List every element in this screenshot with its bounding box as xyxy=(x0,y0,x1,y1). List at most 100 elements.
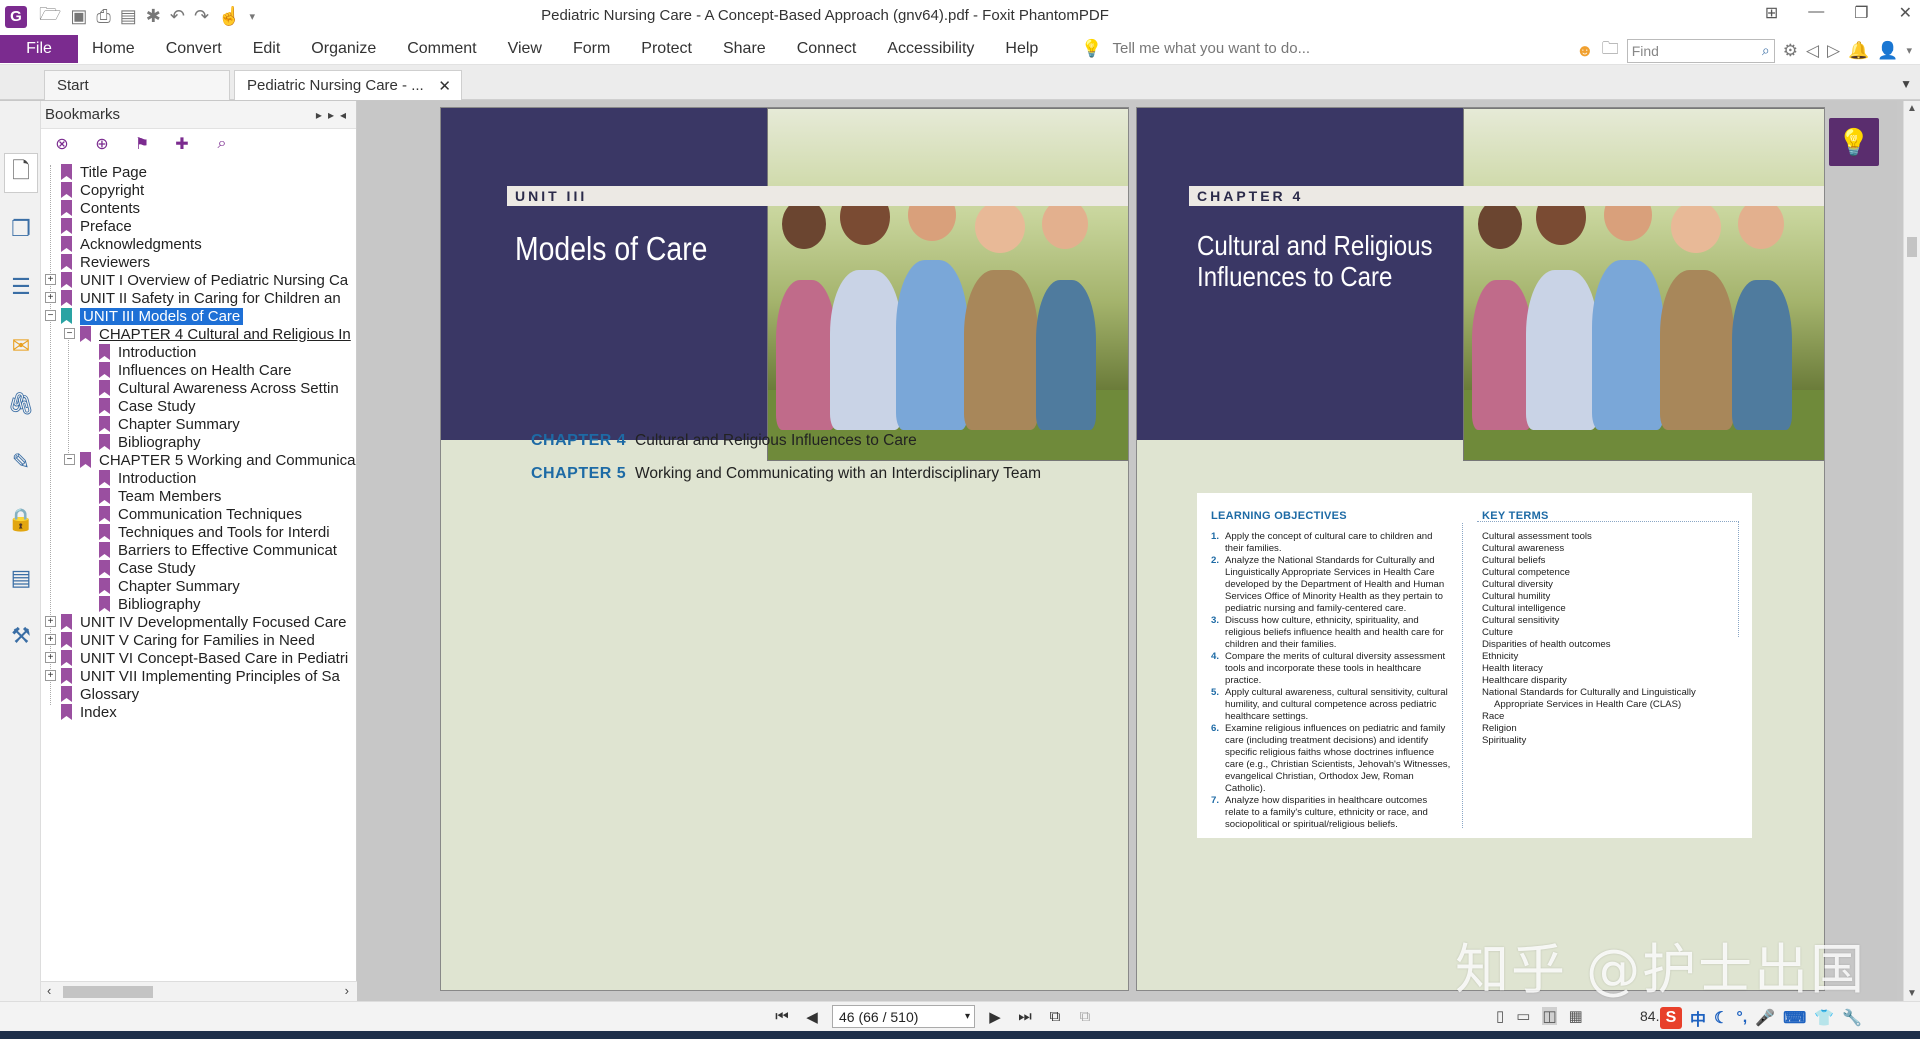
bookmarks-horizontal-scrollbar[interactable]: ‹ › xyxy=(41,981,357,1001)
next-page-button[interactable]: ▶ xyxy=(985,1008,1005,1026)
menu-protect[interactable]: Protect xyxy=(641,40,692,58)
attachments-icon[interactable]: 🖇 xyxy=(7,391,35,417)
tips-lightbulb-icon[interactable]: 💡 xyxy=(1829,118,1879,166)
menu-comment[interactable]: Comment xyxy=(407,40,476,58)
bookmark-label: UNIT IV Developmentally Focused Care xyxy=(80,613,347,631)
vertical-scroll-thumb[interactable] xyxy=(1907,237,1917,257)
facing-view-icon[interactable]: ◫ xyxy=(1542,1007,1557,1025)
ime-tools-icon[interactable]: 🔧 xyxy=(1842,1008,1862,1028)
key-term-item: Culture xyxy=(1482,627,1513,638)
close-window-button[interactable]: ✕ xyxy=(1899,3,1912,23)
sogou-ime-icon[interactable]: S xyxy=(1660,1007,1682,1029)
comments-icon[interactable]: ✉ xyxy=(8,333,34,359)
panel-collapse-icon[interactable]: ▸▸◂ xyxy=(316,108,352,122)
scroll-left-icon[interactable]: ‹ xyxy=(47,983,51,998)
previous-view-icon[interactable]: ⧉ xyxy=(1045,1008,1065,1025)
objective-text: Apply cultural awareness, cultural sensi… xyxy=(1225,687,1448,722)
menu-convert[interactable]: Convert xyxy=(166,40,222,58)
page-dropdown-icon[interactable]: ▾ xyxy=(965,1011,970,1022)
restore-button[interactable]: ❐ xyxy=(1854,3,1868,23)
help-options-icon[interactable]: ▾ xyxy=(1906,44,1912,57)
user-icon[interactable]: 👤 xyxy=(1877,41,1898,61)
scroll-up-icon[interactable]: ▲ xyxy=(1907,103,1917,114)
menu-form[interactable]: Form xyxy=(573,40,610,58)
menu-home[interactable]: Home xyxy=(92,40,135,58)
add-bookmark-icon[interactable]: ⊕ xyxy=(93,135,111,153)
zoom-level[interactable]: 84. xyxy=(1640,1008,1659,1024)
tags-icon[interactable]: ⚒ xyxy=(8,623,34,649)
bell-icon[interactable]: 🔔 xyxy=(1848,41,1869,61)
toc-entry[interactable]: CHAPTER 4 Cultural and Religious Influen… xyxy=(531,432,917,450)
content-icon[interactable]: ▤ xyxy=(8,565,34,591)
chapter-label: CHAPTER 4 xyxy=(1197,188,1304,204)
security-lock-icon[interactable]: 🔒 xyxy=(7,507,34,533)
collapse-icon[interactable]: − xyxy=(64,454,75,465)
bookmark-label: Case Study xyxy=(118,559,196,577)
bookmark-label: UNIT V Caring for Families in Need xyxy=(80,631,315,649)
zhihu-watermark: 知乎 @护士出国 xyxy=(1455,938,1867,1001)
ime-skin-icon[interactable]: 👕 xyxy=(1814,1008,1834,1028)
smiley-feedback-icon[interactable]: ☻ xyxy=(1576,41,1594,61)
tab-pediatric-nursing[interactable]: Pediatric Nursing Care - ... ✕ xyxy=(234,70,462,100)
expand-icon[interactable]: + xyxy=(45,292,56,303)
find-bookmark-icon[interactable]: ⌕ xyxy=(213,135,231,153)
ribbon-display-icon[interactable]: ⊞ xyxy=(1765,3,1778,23)
tell-me-box[interactable]: 💡 Tell me what you want to do... xyxy=(1081,39,1310,59)
page-number-input[interactable]: 46 (66 / 510) ▾ xyxy=(832,1005,975,1028)
tab-list-dropdown-icon[interactable]: ▼ xyxy=(1900,77,1912,91)
scroll-right-icon[interactable]: › xyxy=(345,983,349,998)
tab-start[interactable]: Start xyxy=(44,70,230,100)
last-page-button[interactable]: ⏭ xyxy=(1015,1008,1035,1025)
menu-edit[interactable]: Edit xyxy=(253,40,281,58)
key-term-item: Disparities of health outcomes xyxy=(1482,639,1611,650)
page-thumbnails-icon[interactable]: ❐ xyxy=(8,216,34,242)
bookmark-label: Techniques and Tools for Interdi xyxy=(118,523,330,541)
menu-view[interactable]: View xyxy=(508,40,542,58)
collapse-icon[interactable]: − xyxy=(45,310,56,321)
menu-accessibility[interactable]: Accessibility xyxy=(887,40,974,58)
delete-bookmark-icon[interactable]: ⊗ xyxy=(53,135,71,153)
next-view-icon[interactable]: ⧉ xyxy=(1075,1008,1095,1025)
scrollbar-thumb[interactable] xyxy=(63,986,153,998)
bookmarks-panel-icon[interactable]: 🗋 xyxy=(4,153,38,193)
search-icon[interactable]: ⌕ xyxy=(1762,42,1770,59)
bookmark-flag-icon[interactable]: ⚑ xyxy=(133,135,151,153)
ime-chinese-mode-icon[interactable]: 中 xyxy=(1690,1006,1706,1030)
expand-icon[interactable]: + xyxy=(45,616,56,627)
signatures-icon[interactable]: ✎ xyxy=(8,449,34,475)
first-page-button[interactable]: ⏮ xyxy=(772,1008,792,1025)
expand-icon[interactable]: + xyxy=(45,274,56,285)
toc-entry[interactable]: CHAPTER 5 Working and Communicating with… xyxy=(531,465,1041,483)
gear-icon[interactable]: ⚙ xyxy=(1783,41,1798,61)
bookmark-flag-icon xyxy=(99,380,110,396)
document-vertical-scrollbar[interactable]: ▲ ▼ xyxy=(1903,101,1920,1001)
bookmark-item[interactable]: Index xyxy=(61,701,117,723)
find-input[interactable]: Find ⌕ xyxy=(1626,38,1775,63)
file-menu[interactable]: File xyxy=(0,34,78,63)
collapse-icon[interactable]: − xyxy=(64,328,75,339)
single-page-view-icon[interactable]: ▯ xyxy=(1496,1007,1504,1025)
close-tab-icon[interactable]: ✕ xyxy=(438,77,451,95)
menu-help[interactable]: Help xyxy=(1005,40,1038,58)
expand-icon[interactable]: + xyxy=(45,634,56,645)
document-view[interactable]: UNIT III Models of Care CHAPTER 4 Cultur… xyxy=(357,101,1897,1001)
minimize-button[interactable]: — xyxy=(1808,3,1824,23)
next-result-icon[interactable]: ▷ xyxy=(1827,41,1840,61)
expand-icon[interactable]: + xyxy=(45,670,56,681)
expand-icon[interactable]: + xyxy=(45,652,56,663)
prev-result-icon[interactable]: ◁ xyxy=(1806,41,1819,61)
ime-punctuation-icon[interactable]: °, xyxy=(1736,1009,1747,1027)
previous-page-button[interactable]: ◀ xyxy=(802,1008,822,1026)
ime-moon-icon[interactable]: ☾ xyxy=(1714,1008,1728,1028)
continuous-facing-view-icon[interactable]: ▦ xyxy=(1569,1007,1583,1025)
ime-keyboard-icon[interactable]: ⌨ xyxy=(1783,1008,1806,1028)
scroll-down-icon[interactable]: ▼ xyxy=(1907,988,1917,999)
ime-microphone-icon[interactable]: 🎤 xyxy=(1755,1008,1775,1028)
menu-share[interactable]: Share xyxy=(723,40,766,58)
menu-organize[interactable]: Organize xyxy=(311,40,376,58)
find-options-icon[interactable]: 🗀 xyxy=(1602,36,1619,65)
menu-connect[interactable]: Connect xyxy=(797,40,857,58)
continuous-view-icon[interactable]: ▭ xyxy=(1516,1007,1530,1025)
new-bookmark-icon[interactable]: ✚ xyxy=(173,135,191,153)
layers-icon[interactable]: ☰ xyxy=(8,274,34,300)
